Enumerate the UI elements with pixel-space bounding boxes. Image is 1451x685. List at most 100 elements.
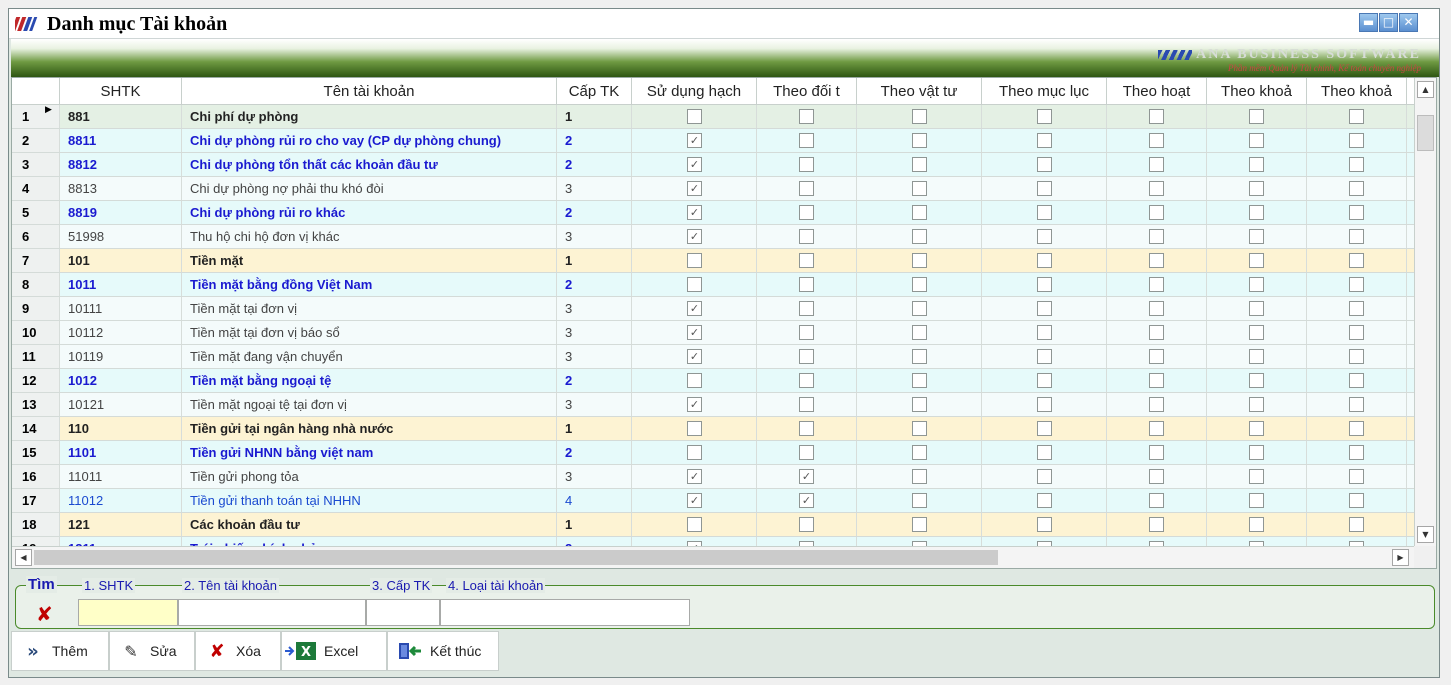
account-code-cell[interactable]: 8811 bbox=[60, 129, 182, 152]
unchecked-checkbox[interactable] bbox=[912, 133, 927, 148]
account-name-cell[interactable]: Chi dự phòng tổn thất các khoản đầu tư bbox=[182, 153, 557, 176]
account-code-cell[interactable]: 51998 bbox=[60, 225, 182, 248]
unchecked-checkbox[interactable] bbox=[1149, 469, 1164, 484]
unchecked-checkbox[interactable] bbox=[1349, 277, 1364, 292]
unchecked-checkbox[interactable] bbox=[1037, 133, 1052, 148]
unchecked-checkbox[interactable] bbox=[1037, 469, 1052, 484]
unchecked-checkbox[interactable] bbox=[912, 493, 927, 508]
unchecked-checkbox[interactable] bbox=[1149, 109, 1164, 124]
column-header[interactable]: Theo khoả bbox=[1307, 78, 1407, 105]
unchecked-checkbox[interactable] bbox=[1037, 253, 1052, 268]
table-row[interactable]: 5 8819 Chi dự phòng rủi ro khác 2 ✓ bbox=[12, 201, 1414, 225]
unchecked-checkbox[interactable] bbox=[912, 421, 927, 436]
table-row[interactable]: 4 8813 Chi dự phòng nợ phải thu khó đòi 3 ✓ bbox=[12, 177, 1414, 201]
unchecked-checkbox[interactable] bbox=[1349, 349, 1364, 364]
account-level-cell[interactable]: 1 bbox=[557, 105, 632, 128]
account-name-cell[interactable]: Tiền gửi thanh toán tại NHHN bbox=[182, 489, 557, 512]
table-row[interactable]: 16 11011 Tiền gửi phong tỏa 3 ✓ ✓ bbox=[12, 465, 1414, 489]
unchecked-checkbox[interactable] bbox=[912, 373, 927, 388]
unchecked-checkbox[interactable] bbox=[912, 301, 927, 316]
checked-checkbox[interactable]: ✓ bbox=[687, 325, 702, 340]
account-level-cell[interactable]: 3 bbox=[557, 393, 632, 416]
checked-checkbox[interactable]: ✓ bbox=[687, 229, 702, 244]
account-level-cell[interactable]: 1 bbox=[557, 513, 632, 536]
unchecked-checkbox[interactable] bbox=[912, 349, 927, 364]
unchecked-checkbox[interactable] bbox=[687, 421, 702, 436]
table-row[interactable]: 3 8812 Chi dự phòng tổn thất các khoản đầu… bbox=[12, 153, 1414, 177]
account-name-cell[interactable]: Tiền gửi NHNN bằng việt nam bbox=[182, 441, 557, 464]
search-type-input[interactable] bbox=[440, 599, 690, 626]
unchecked-checkbox[interactable] bbox=[799, 133, 814, 148]
column-header[interactable]: Sử dụng hạch bbox=[632, 78, 757, 105]
table-row[interactable]: 17 11012 Tiền gửi thanh toán tại NHHN 4 ✓ ✓ bbox=[12, 489, 1414, 513]
unchecked-checkbox[interactable] bbox=[1149, 493, 1164, 508]
unchecked-checkbox[interactable] bbox=[912, 325, 927, 340]
table-row[interactable]: 7 101 Tiền mặt 1 bbox=[12, 249, 1414, 273]
account-name-cell[interactable]: Chi phí dự phòng bbox=[182, 105, 557, 128]
unchecked-checkbox[interactable] bbox=[1249, 277, 1264, 292]
unchecked-checkbox[interactable] bbox=[687, 517, 702, 532]
account-level-cell[interactable]: 3 bbox=[557, 321, 632, 344]
unchecked-checkbox[interactable] bbox=[1249, 373, 1264, 388]
unchecked-checkbox[interactable] bbox=[687, 253, 702, 268]
unchecked-checkbox[interactable] bbox=[1249, 445, 1264, 460]
checked-checkbox[interactable]: ✓ bbox=[687, 469, 702, 484]
unchecked-checkbox[interactable] bbox=[1149, 517, 1164, 532]
unchecked-checkbox[interactable] bbox=[1149, 445, 1164, 460]
scroll-right-icon[interactable]: ▶ bbox=[1392, 549, 1409, 566]
unchecked-checkbox[interactable] bbox=[1249, 301, 1264, 316]
unchecked-checkbox[interactable] bbox=[1249, 421, 1264, 436]
unchecked-checkbox[interactable] bbox=[1149, 277, 1164, 292]
unchecked-checkbox[interactable] bbox=[1037, 229, 1052, 244]
clear-x-icon[interactable]: ✘ bbox=[36, 602, 53, 626]
vertical-scrollbar[interactable]: ▲ ▼ bbox=[1414, 78, 1436, 548]
table-row[interactable]: 12 1012 Tiền mặt bằng ngoại tệ 2 bbox=[12, 369, 1414, 393]
account-name-cell[interactable]: Tiền mặt tại đơn vị báo sổ bbox=[182, 321, 557, 344]
account-level-cell[interactable]: 2 bbox=[557, 369, 632, 392]
unchecked-checkbox[interactable] bbox=[1037, 517, 1052, 532]
account-name-cell[interactable]: Chi dự phòng rủi ro cho vay (CP dự phòng… bbox=[182, 129, 557, 152]
unchecked-checkbox[interactable] bbox=[1249, 469, 1264, 484]
unchecked-checkbox[interactable] bbox=[799, 517, 814, 532]
table-row[interactable]: 8 1011 Tiền mặt bằng đồng Việt Nam 2 bbox=[12, 273, 1414, 297]
add-button[interactable]: » Thêm bbox=[11, 631, 109, 671]
account-level-cell[interactable]: 1 bbox=[557, 249, 632, 272]
account-code-cell[interactable]: 11011 bbox=[60, 465, 182, 488]
unchecked-checkbox[interactable] bbox=[1037, 349, 1052, 364]
unchecked-checkbox[interactable] bbox=[1249, 109, 1264, 124]
unchecked-checkbox[interactable] bbox=[1249, 349, 1264, 364]
account-code-cell[interactable]: 8813 bbox=[60, 177, 182, 200]
unchecked-checkbox[interactable] bbox=[912, 205, 927, 220]
delete-button[interactable]: ✘ Xóa bbox=[195, 631, 281, 671]
account-name-cell[interactable]: Tiền mặt tại đơn vị bbox=[182, 297, 557, 320]
vertical-scroll-thumb[interactable] bbox=[1417, 115, 1434, 151]
unchecked-checkbox[interactable] bbox=[1037, 373, 1052, 388]
checked-checkbox[interactable]: ✓ bbox=[799, 493, 814, 508]
excel-button[interactable]: X Excel bbox=[281, 631, 387, 671]
scroll-left-icon[interactable]: ◀ bbox=[15, 549, 32, 566]
account-code-cell[interactable]: 10111 bbox=[60, 297, 182, 320]
unchecked-checkbox[interactable] bbox=[1349, 301, 1364, 316]
unchecked-checkbox[interactable] bbox=[799, 277, 814, 292]
unchecked-checkbox[interactable] bbox=[799, 205, 814, 220]
unchecked-checkbox[interactable] bbox=[1149, 253, 1164, 268]
account-name-cell[interactable]: Chi dự phòng nợ phải thu khó đòi bbox=[182, 177, 557, 200]
search-level-input[interactable] bbox=[366, 599, 440, 626]
account-name-cell[interactable]: Tiền mặt bằng đồng Việt Nam bbox=[182, 273, 557, 296]
account-level-cell[interactable]: 3 bbox=[557, 177, 632, 200]
account-code-cell[interactable]: 10119 bbox=[60, 345, 182, 368]
table-row[interactable]: 15 1101 Tiền gửi NHNN bằng việt nam 2 bbox=[12, 441, 1414, 465]
account-name-cell[interactable]: Tiền mặt ngoại tệ tại đơn vị bbox=[182, 393, 557, 416]
unchecked-checkbox[interactable] bbox=[1249, 205, 1264, 220]
unchecked-checkbox[interactable] bbox=[1037, 181, 1052, 196]
unchecked-checkbox[interactable] bbox=[1037, 277, 1052, 292]
unchecked-checkbox[interactable] bbox=[1349, 373, 1364, 388]
account-level-cell[interactable]: 3 bbox=[557, 345, 632, 368]
unchecked-checkbox[interactable] bbox=[1249, 229, 1264, 244]
unchecked-checkbox[interactable] bbox=[1249, 325, 1264, 340]
column-header[interactable]: Tên tài khoản bbox=[182, 78, 557, 105]
checked-checkbox[interactable]: ✓ bbox=[687, 205, 702, 220]
unchecked-checkbox[interactable] bbox=[912, 253, 927, 268]
unchecked-checkbox[interactable] bbox=[1149, 421, 1164, 436]
account-name-cell[interactable]: Các khoản đầu tư bbox=[182, 513, 557, 536]
